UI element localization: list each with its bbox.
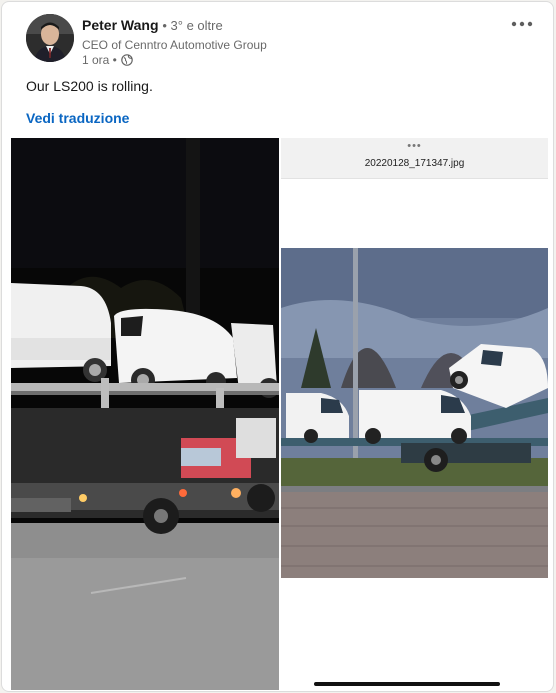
author-avatar[interactable] <box>26 14 74 62</box>
post-media: ••• 20220128_171347.jpg <box>11 138 548 690</box>
media-image-left[interactable] <box>11 138 279 690</box>
more-horizontal-icon <box>511 21 533 27</box>
post-header: Peter Wang • 3° e oltre CEO of Cenntro A… <box>2 2 553 72</box>
feed-post-card: Peter Wang • 3° e oltre CEO of Cenntro A… <box>1 1 554 692</box>
post-time: 1 ora • <box>82 53 117 67</box>
media-image-right[interactable]: ••• 20220128_171347.jpg <box>281 138 548 690</box>
post-text: Our LS200 is rolling. <box>26 78 153 94</box>
more-options-button[interactable] <box>507 12 537 36</box>
author-name[interactable]: Peter Wang <box>82 17 159 33</box>
car-carrier-day-photo <box>281 248 548 578</box>
image-filename: 20220128_171347.jpg <box>364 158 465 169</box>
see-translation-link[interactable]: Vedi traduzione <box>26 110 129 126</box>
viewer-dots-icon: ••• <box>407 140 422 152</box>
connection-degree: • 3° e oltre <box>162 18 223 33</box>
car-carrier-night-photo <box>11 138 279 690</box>
author-headline: CEO of Cenntro Automotive Group <box>82 38 267 52</box>
scroll-handle[interactable] <box>314 682 500 686</box>
author-name-line: Peter Wang • 3° e oltre <box>82 17 223 33</box>
post-meta: 1 ora • <box>82 53 133 67</box>
avatar-photo <box>26 14 74 62</box>
globe-icon <box>121 54 133 66</box>
